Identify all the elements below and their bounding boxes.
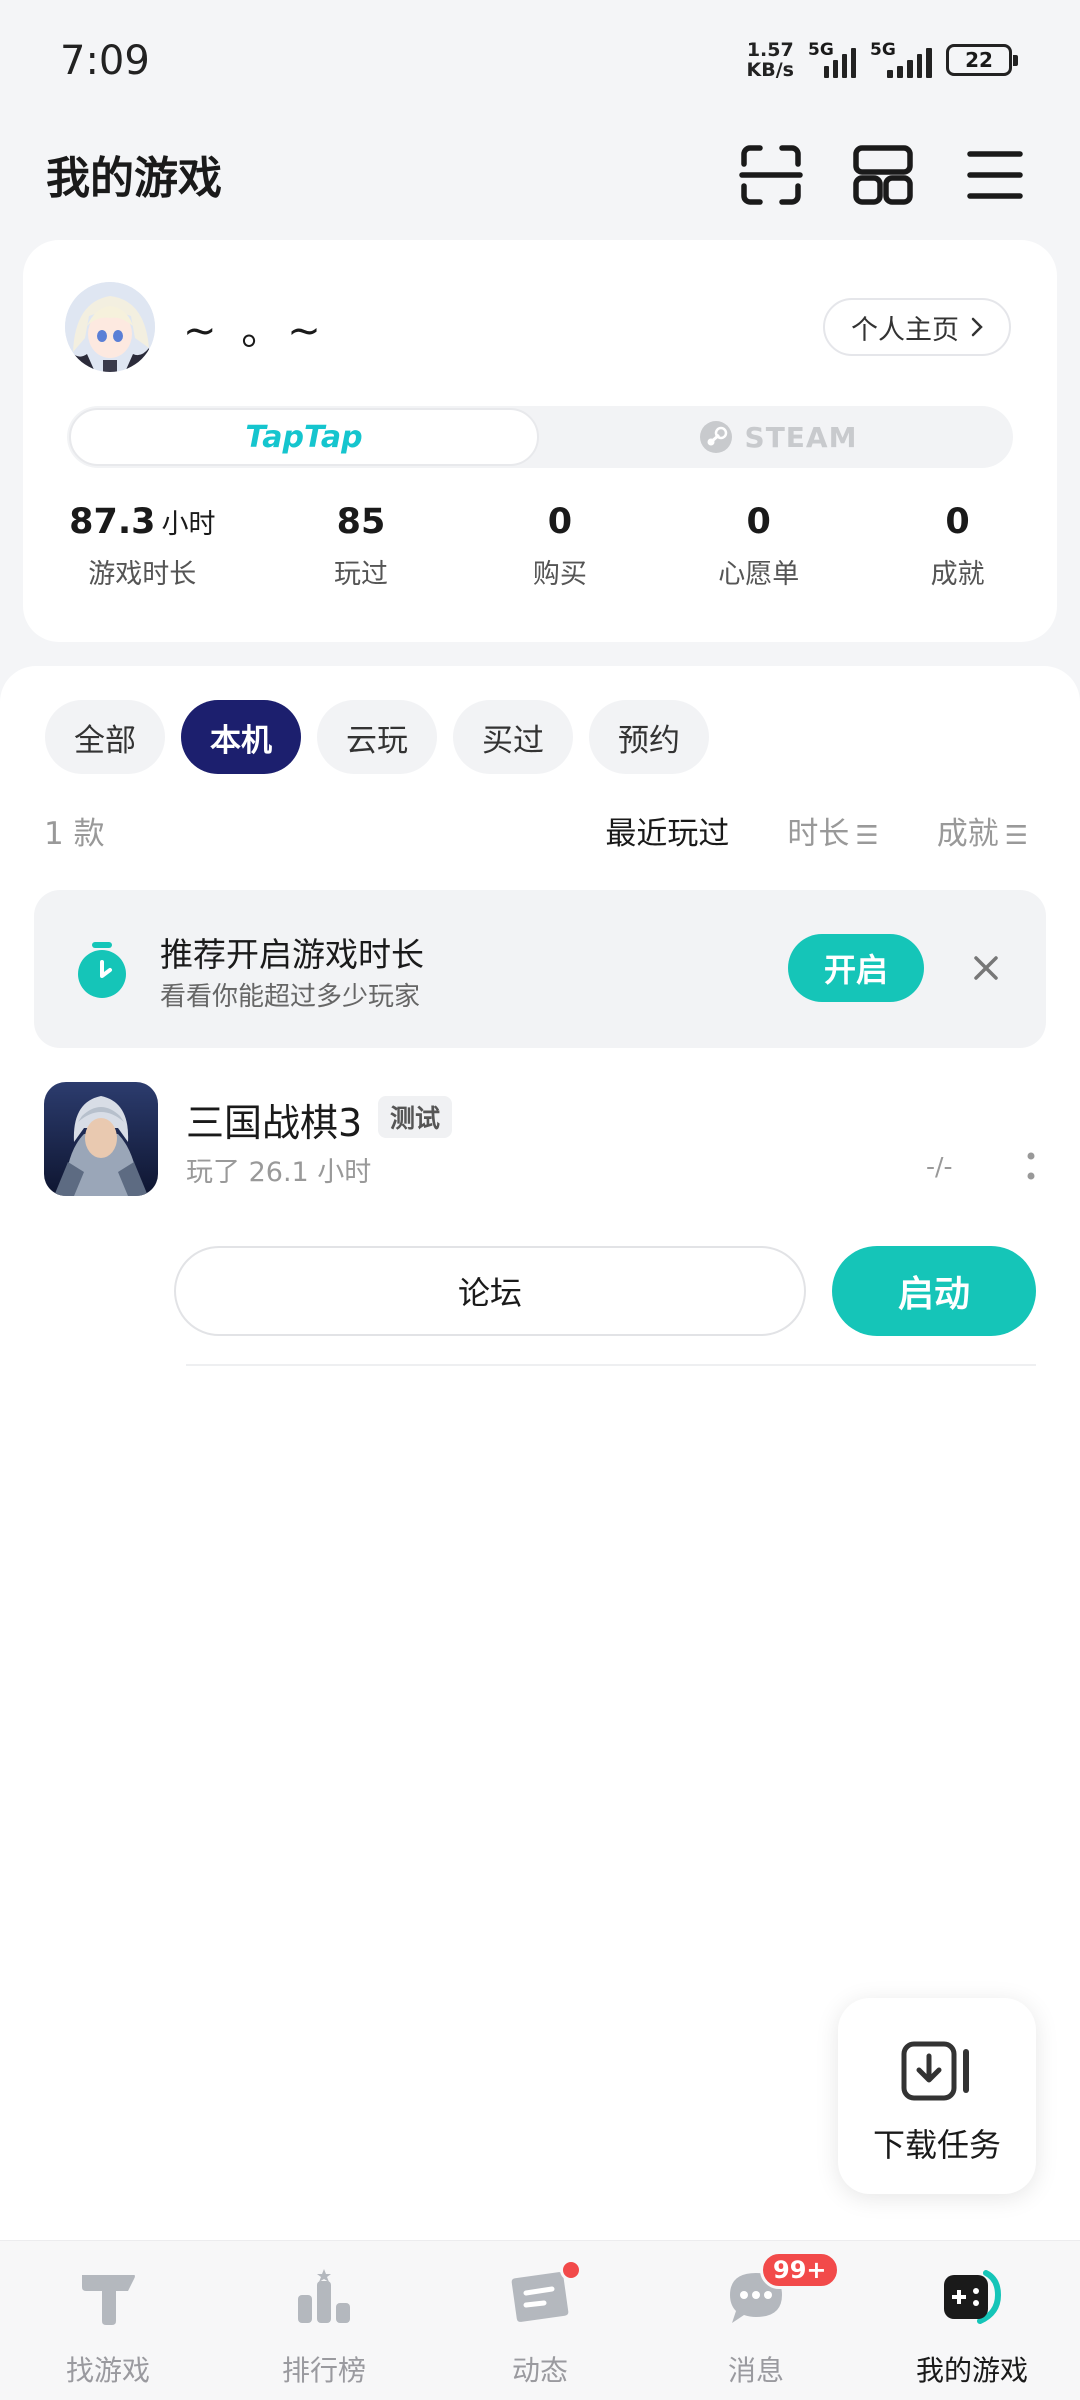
steam-icon xyxy=(699,421,732,453)
find-games-icon xyxy=(82,2275,135,2325)
download-tasks-button[interactable]: 下载任务 xyxy=(838,1998,1036,2194)
status-indicators: 1.57 KB/s 5G 5G 22 xyxy=(746,39,1018,81)
recommend-subtitle: 看看你能超过多少玩家 xyxy=(160,982,421,1012)
signal-icon-2: 5G xyxy=(870,40,933,78)
platform-switch: TapTap STEAM xyxy=(67,406,1013,468)
more-options-icon[interactable] xyxy=(1024,1146,1038,1186)
stopwatch-icon xyxy=(78,942,126,998)
game-count: 1 款 xyxy=(44,816,105,852)
nav-my-games[interactable]: 我的游戏 xyxy=(864,2241,1080,2400)
apps-grid-icon[interactable] xyxy=(848,140,918,210)
filter-tabs: 全部 本机 云玩 买过 预约 xyxy=(45,700,709,774)
nav-ranking[interactable]: 排行榜 xyxy=(216,2241,432,2400)
nav-find-games[interactable]: 找游戏 xyxy=(0,2241,216,2400)
game-rating: -/- xyxy=(926,1152,953,1181)
status-time: 7:09 xyxy=(60,38,150,84)
sort-playtime[interactable]: 时长 ☰ xyxy=(787,808,878,853)
game-title: 三国战棋3 xyxy=(186,1101,363,1145)
filter-tab-all[interactable]: 全部 xyxy=(45,700,165,774)
platform-tab-taptap[interactable]: TapTap xyxy=(69,408,539,466)
chevron-right-icon xyxy=(971,317,983,337)
username: ~ 。~ xyxy=(183,308,327,354)
header: 我的游戏 xyxy=(0,120,1080,240)
download-icon xyxy=(901,2041,969,2101)
sort-recent[interactable]: 最近玩过 xyxy=(605,808,729,853)
filter-tab-cloud[interactable]: 云玩 xyxy=(317,700,437,774)
stat-purchased[interactable]: 0 购买 xyxy=(460,502,659,591)
platform-tab-steam[interactable]: STEAM xyxy=(543,406,1013,468)
signal-icon: 5G xyxy=(808,40,856,78)
menu-icon[interactable] xyxy=(960,140,1030,210)
download-tasks-label: 下载任务 xyxy=(872,2126,1001,2164)
stat-playtime[interactable]: 87.3 小时 游戏时长 xyxy=(23,502,262,591)
homepage-button[interactable]: 个人主页 xyxy=(823,298,1011,356)
profile-card: ~ 。~ 个人主页 TapTap STEAM 87.3 小时 游戏时长 85 玩过 xyxy=(23,240,1057,642)
nav-feed[interactable]: 动态 xyxy=(432,2241,648,2400)
sort-icon: ☰ xyxy=(1004,821,1028,851)
notification-dot xyxy=(560,2259,582,2281)
scan-icon[interactable] xyxy=(736,140,806,210)
battery-icon: 22 xyxy=(946,44,1018,76)
game-icon[interactable] xyxy=(44,1082,158,1196)
nav-messages[interactable]: 99+ 消息 xyxy=(648,2241,864,2400)
my-games-icon xyxy=(944,2270,1002,2324)
enable-playtime-button[interactable]: 开启 xyxy=(788,934,924,1002)
game-playtime: 玩了 26.1 小时 xyxy=(186,1157,372,1188)
stat-achievements[interactable]: 0 成就 xyxy=(858,502,1057,591)
message-count-badge: 99+ xyxy=(760,2251,840,2289)
launch-button[interactable]: 启动 xyxy=(832,1246,1036,1336)
bottom-nav: 找游戏 排行榜 动态 99+ 消息 我的游戏 xyxy=(0,2240,1080,2400)
page-title: 我的游戏 xyxy=(46,153,222,204)
game-list-item[interactable]: 三国战棋3 测试 玩了 26.1 小时 -/- 论坛 启动 xyxy=(0,1082,1080,1372)
ranking-icon xyxy=(298,2269,350,2323)
avatar[interactable] xyxy=(65,282,155,372)
network-speed: 1.57 KB/s xyxy=(746,39,794,81)
sort-icon: ☰ xyxy=(855,821,879,851)
forum-button[interactable]: 论坛 xyxy=(174,1246,806,1336)
divider xyxy=(186,1364,1036,1366)
stats-row: 87.3 小时 游戏时长 85 玩过 0 购买 0 心愿单 0 成就 xyxy=(23,502,1057,591)
sort-options: 最近玩过 时长 ☰ 成就 ☰ xyxy=(605,808,1028,853)
test-badge: 测试 xyxy=(378,1096,453,1138)
recommend-banner: 推荐开启游戏时长 看看你能超过多少玩家 开启 xyxy=(34,890,1046,1048)
filter-tab-bought[interactable]: 买过 xyxy=(453,700,573,774)
stat-wishlist[interactable]: 0 心愿单 xyxy=(659,502,858,591)
status-bar: 7:09 1.57 KB/s 5G 5G 22 xyxy=(0,0,1080,120)
stat-played[interactable]: 85 玩过 xyxy=(262,502,461,591)
filter-tab-local[interactable]: 本机 xyxy=(181,700,301,774)
filter-tab-reserved[interactable]: 预约 xyxy=(589,700,709,774)
sort-achievements[interactable]: 成就 ☰ xyxy=(937,808,1028,853)
close-icon[interactable] xyxy=(964,946,1008,990)
recommend-title: 推荐开启游戏时长 xyxy=(160,935,424,974)
